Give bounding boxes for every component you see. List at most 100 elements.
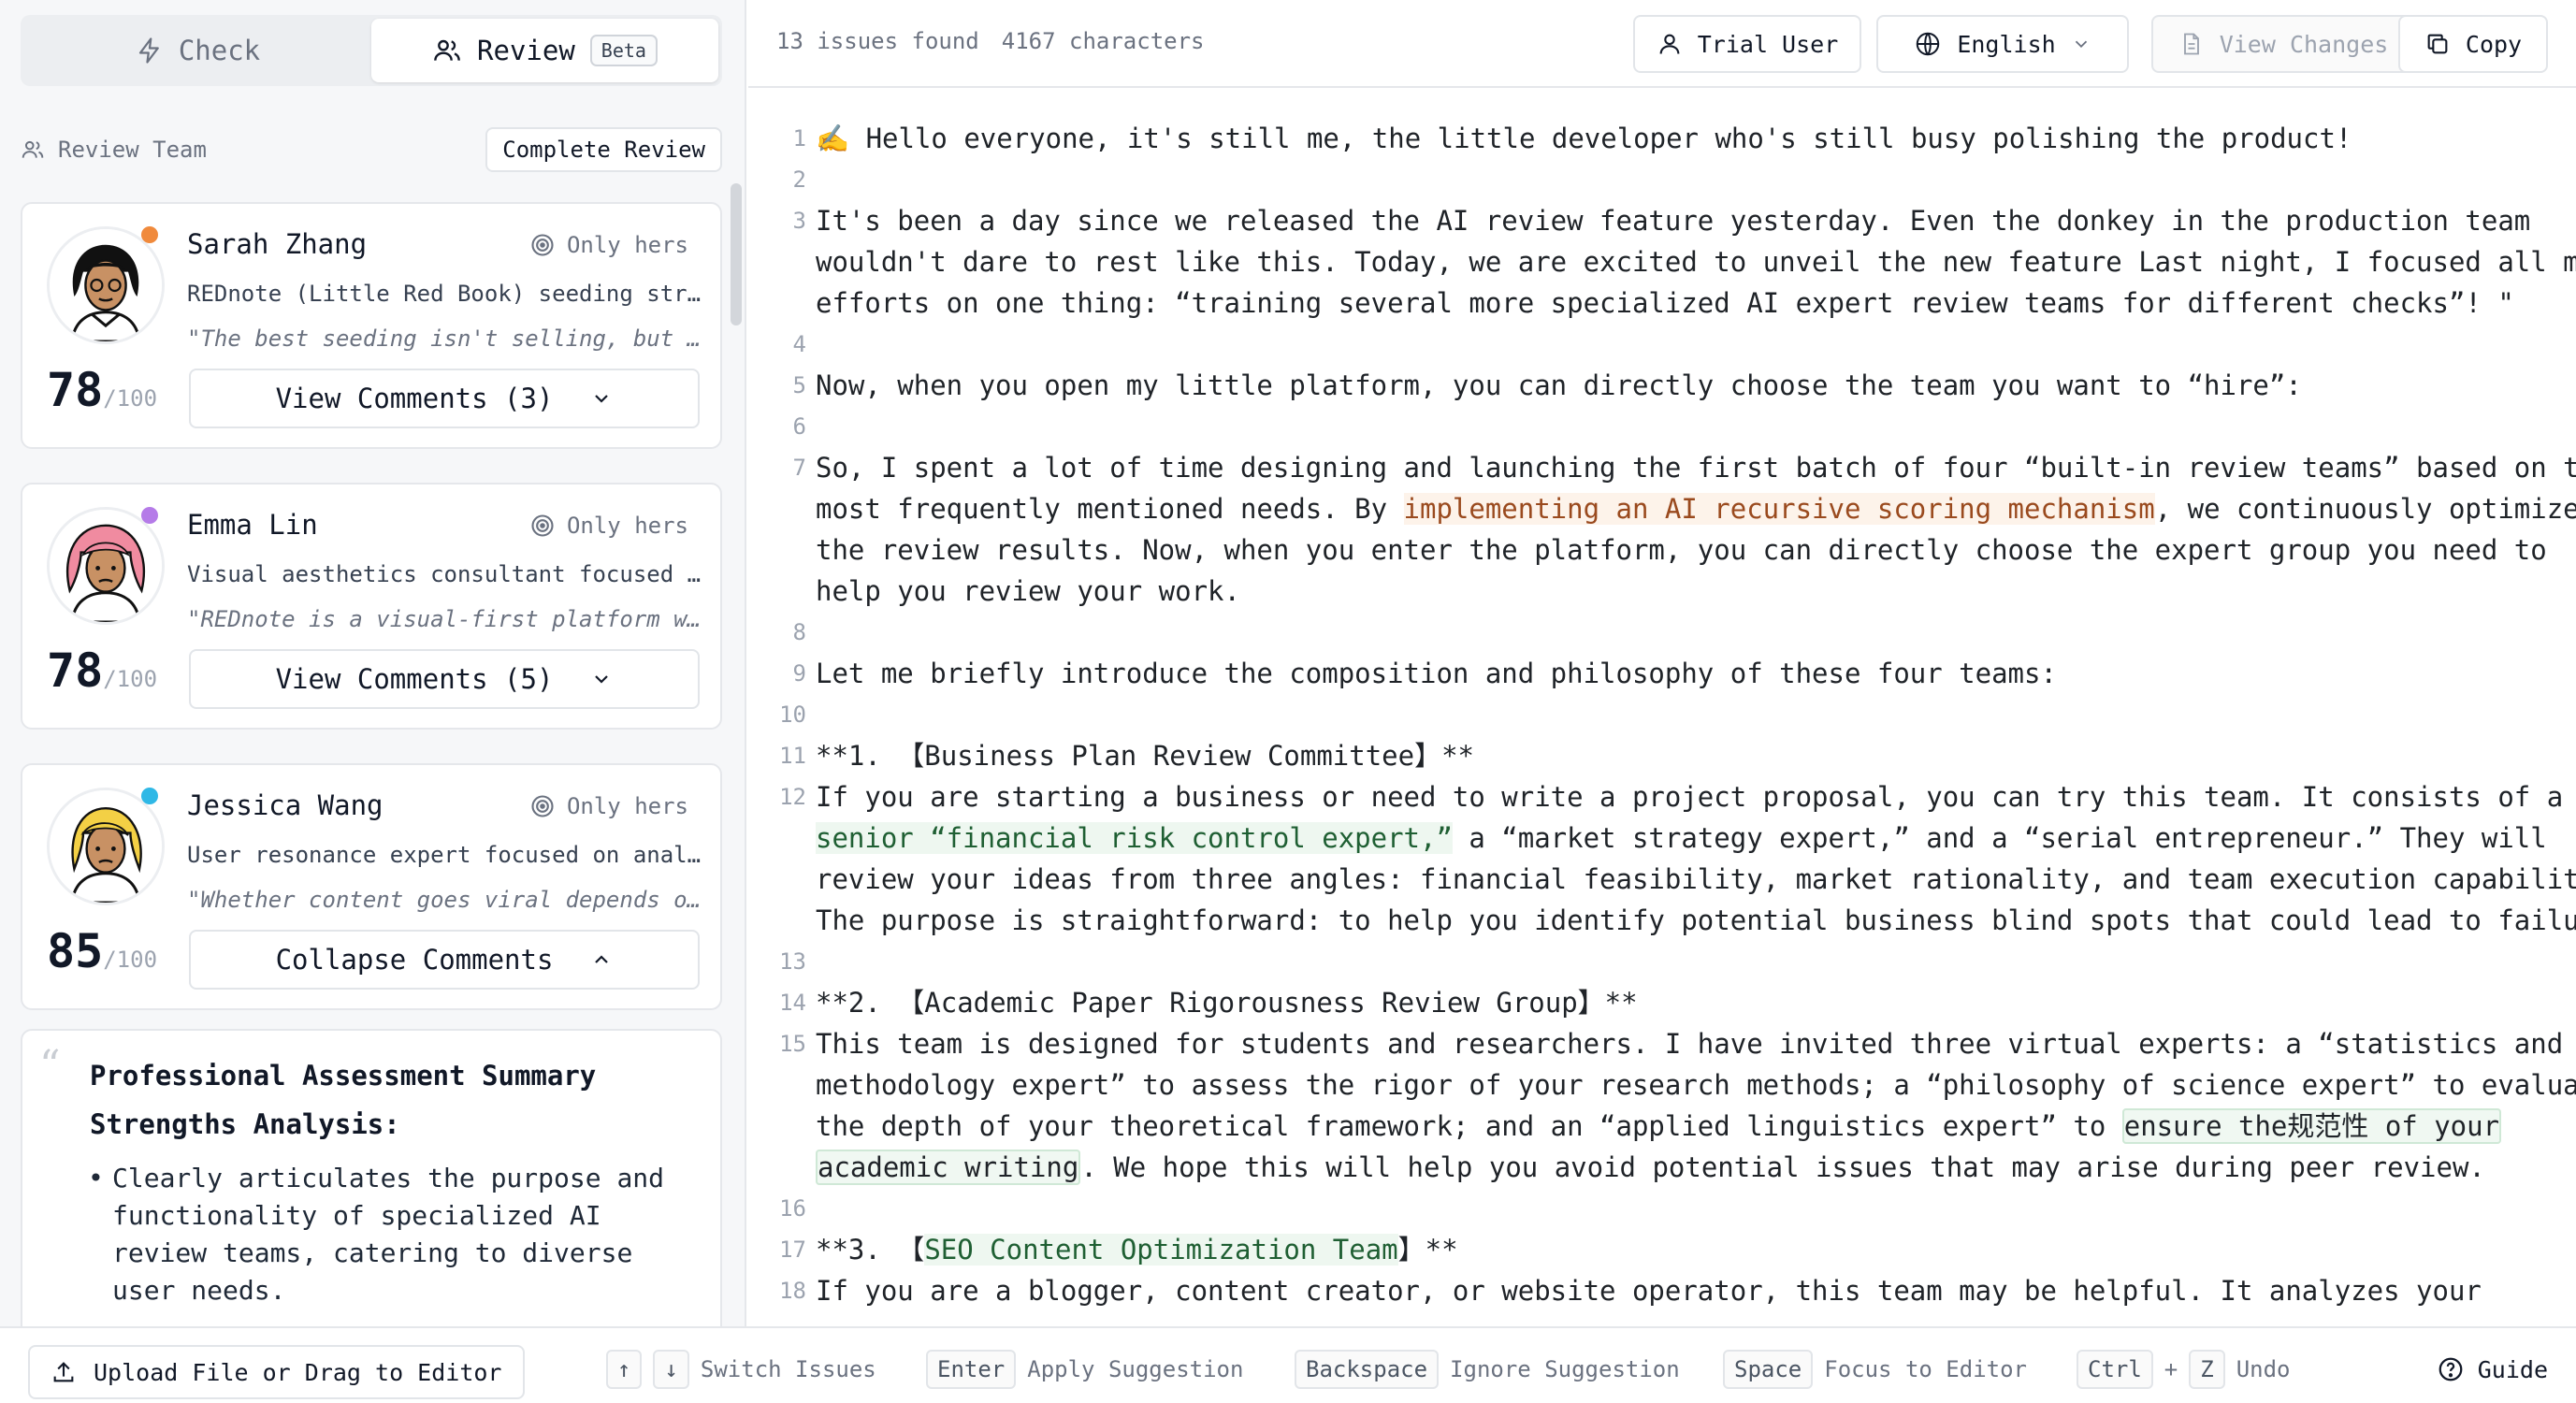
issue-highlight[interactable]: SEO Content Optimization Team bbox=[924, 1234, 1398, 1266]
editor-line[interactable]: efforts on one thing: “training several … bbox=[748, 282, 2576, 324]
line-text: methodology expert” to assess the rigor … bbox=[816, 1064, 2576, 1106]
summary-subtitle: Strengths Analysis: bbox=[90, 1108, 400, 1140]
editor-line[interactable]: 2 bbox=[748, 159, 2576, 200]
editor-line[interactable]: methodology expert” to assess the rigor … bbox=[748, 1064, 2576, 1106]
chevron-down-icon bbox=[590, 387, 613, 410]
status-dot bbox=[141, 226, 158, 243]
reviewer-card-emma-lin[interactable]: Emma Lin Only hers Visual aesthetics con… bbox=[21, 483, 722, 730]
editor-line[interactable]: The purpose is straightforward: to help … bbox=[748, 900, 2576, 941]
editor-line[interactable]: 1 ✍️ Hello everyone, it's still me, the l… bbox=[748, 118, 2576, 159]
text-segment: **2. 【Academic Paper Rigorousness Review… bbox=[816, 987, 1638, 1019]
reviewer-card-jessica-wang[interactable]: Jessica Wang Only hers User resonance ex… bbox=[21, 763, 722, 1010]
editor-line[interactable]: 9 Let me briefly introduce the compositio… bbox=[748, 653, 2576, 694]
editor-line[interactable]: 13 bbox=[748, 941, 2576, 982]
assessment-summary: “ Professional Assessment Summary Streng… bbox=[21, 1029, 722, 1338]
guide-button[interactable]: Guide bbox=[2437, 1349, 2548, 1390]
line-text: If you are starting a business or need t… bbox=[816, 776, 2563, 817]
line-text: wouldn't dare to rest like this. Today, … bbox=[816, 241, 2576, 282]
only-hers-toggle[interactable]: Only hers bbox=[529, 232, 688, 258]
only-hers-toggle[interactable]: Only hers bbox=[529, 793, 688, 819]
editor-line[interactable]: 4 bbox=[748, 324, 2576, 365]
key-z: Z bbox=[2189, 1350, 2225, 1389]
score-max: /100 bbox=[103, 947, 158, 973]
text-segment: 】** bbox=[1397, 1234, 1458, 1266]
key-up: ↑ bbox=[606, 1350, 643, 1389]
issue-highlight[interactable]: academic writing bbox=[816, 1150, 1081, 1185]
editor-line[interactable]: 6 bbox=[748, 406, 2576, 447]
line-text: If you are a blogger, content creator, o… bbox=[816, 1270, 2482, 1311]
shortcut-label: Undo bbox=[2236, 1356, 2291, 1382]
editor-line[interactable]: 17 **3. 【SEO Content Optimization Team】** bbox=[748, 1229, 2576, 1270]
copy-label: Copy bbox=[2465, 30, 2523, 58]
editor-line[interactable]: 15 This team is designed for students and… bbox=[748, 1023, 2576, 1064]
line-number: 7 bbox=[792, 455, 806, 481]
text-segment: most frequently mentioned needs. By bbox=[816, 493, 1404, 525]
editor-line[interactable]: 14 **2. 【Academic Paper Rigorousness Revi… bbox=[748, 982, 2576, 1023]
target-icon bbox=[529, 232, 556, 258]
text-segment: ✍️ Hello everyone, it's still me, the li… bbox=[816, 123, 2352, 154]
shortcut-label: Switch Issues bbox=[700, 1356, 876, 1382]
tab-check[interactable]: Check bbox=[24, 19, 371, 82]
editor-line[interactable]: 16 bbox=[748, 1188, 2576, 1229]
copy-button[interactable]: Copy bbox=[2398, 15, 2548, 73]
reviewer-role: User resonance expert focused on analysi… bbox=[187, 842, 711, 868]
user-icon bbox=[1657, 31, 1683, 57]
only-hers-toggle[interactable]: Only hers bbox=[529, 513, 688, 539]
editor-line[interactable]: 10 bbox=[748, 694, 2576, 735]
line-text: the review results. Now, when you enter … bbox=[816, 529, 2547, 571]
line-number: 13 bbox=[779, 948, 806, 975]
reviewer-card-sarah-zhang[interactable]: Sarah Zhang Only hers REDnote (Little Re… bbox=[21, 202, 722, 449]
issue-highlight[interactable]: implementing an AI recursive scoring mec… bbox=[1403, 493, 2155, 525]
beta-badge: Beta bbox=[589, 35, 658, 66]
editor-line[interactable]: the review results. Now, when you enter … bbox=[748, 529, 2576, 571]
target-icon bbox=[529, 513, 556, 539]
line-number: 11 bbox=[779, 743, 806, 769]
shortcut-apply: Enter Apply Suggestion bbox=[926, 1349, 1243, 1390]
view-changes-label: View Changes bbox=[2219, 30, 2389, 58]
text-editor[interactable]: 1 ✍️ Hello everyone, it's still me, the l… bbox=[748, 90, 2576, 1326]
editor-line[interactable]: most frequently mentioned needs. By impl… bbox=[748, 488, 2576, 529]
text-segment: , we continuously optimize bbox=[2154, 493, 2576, 525]
editor-line[interactable]: 5 Now, when you open my little platform, … bbox=[748, 365, 2576, 406]
editor-line[interactable]: wouldn't dare to rest like this. Today, … bbox=[748, 241, 2576, 282]
editor-line[interactable]: senior “financial risk control expert,” … bbox=[748, 817, 2576, 859]
collapse-comments-button[interactable]: Collapse Comments bbox=[189, 930, 700, 990]
view-comments-button[interactable]: View Comments (5) bbox=[189, 649, 700, 709]
view-comments-button[interactable]: View Comments (3) bbox=[189, 369, 700, 428]
comments-button-label: Collapse Comments bbox=[275, 944, 554, 976]
line-number: 12 bbox=[779, 784, 806, 810]
line-number: 14 bbox=[779, 990, 806, 1016]
line-number: 9 bbox=[792, 660, 806, 687]
editor-line[interactable]: review your ideas from three angles: fin… bbox=[748, 859, 2576, 900]
score-max: /100 bbox=[103, 385, 158, 412]
text-segment: review your ideas from three angles: fin… bbox=[816, 863, 2576, 895]
issues-count: 13 issues found bbox=[776, 28, 979, 54]
upload-file-button[interactable]: Upload File or Drag to Editor bbox=[28, 1345, 525, 1399]
text-segment: methodology expert” to assess the rigor … bbox=[816, 1069, 2576, 1101]
complete-review-button[interactable]: Complete Review bbox=[485, 127, 722, 172]
editor-line[interactable]: 11 **1. 【Business Plan Review Committee】*… bbox=[748, 735, 2576, 776]
issue-highlight[interactable]: ensure the规范性 of your bbox=[2121, 1108, 2502, 1144]
sidebar-scrollbar[interactable] bbox=[731, 183, 742, 325]
issue-highlight[interactable]: senior “financial risk control expert,” bbox=[816, 822, 1453, 854]
language-select[interactable]: English bbox=[1876, 15, 2129, 73]
editor-line[interactable]: 8 bbox=[748, 612, 2576, 653]
editor-line[interactable]: 18 If you are a blogger, content creator,… bbox=[748, 1270, 2576, 1311]
character-count: 4167 characters bbox=[1001, 28, 1205, 54]
reviewer-quote: "Whether content goes viral depends on..… bbox=[187, 887, 711, 913]
line-text: most frequently mentioned needs. By impl… bbox=[816, 488, 2576, 529]
user-button[interactable]: Trial User bbox=[1633, 15, 1861, 73]
editor-line[interactable]: 7 So, I spent a lot of time designing and… bbox=[748, 447, 2576, 488]
text-segment: wouldn't dare to rest like this. Today, … bbox=[816, 246, 2576, 278]
tab-review[interactable]: Review Beta bbox=[371, 19, 718, 82]
editor-line[interactable]: 12 If you are starting a business or need… bbox=[748, 776, 2576, 817]
reviewer-quote: "REDnote is a visual-first platform wher… bbox=[187, 606, 711, 632]
text-segment: We hope this will help you avoid potenti… bbox=[1096, 1151, 2485, 1183]
editor-line[interactable]: the depth of your theoretical framework;… bbox=[748, 1106, 2576, 1147]
editor-line[interactable]: help you review your work. bbox=[748, 571, 2576, 612]
score-value: 78 bbox=[47, 644, 104, 698]
help-icon bbox=[2437, 1355, 2465, 1383]
view-changes-button[interactable]: View Changes bbox=[2151, 15, 2415, 73]
editor-line[interactable]: 3 It's been a day since we released the A… bbox=[748, 200, 2576, 241]
editor-line[interactable]: academic writing. We hope this will help… bbox=[748, 1147, 2576, 1188]
